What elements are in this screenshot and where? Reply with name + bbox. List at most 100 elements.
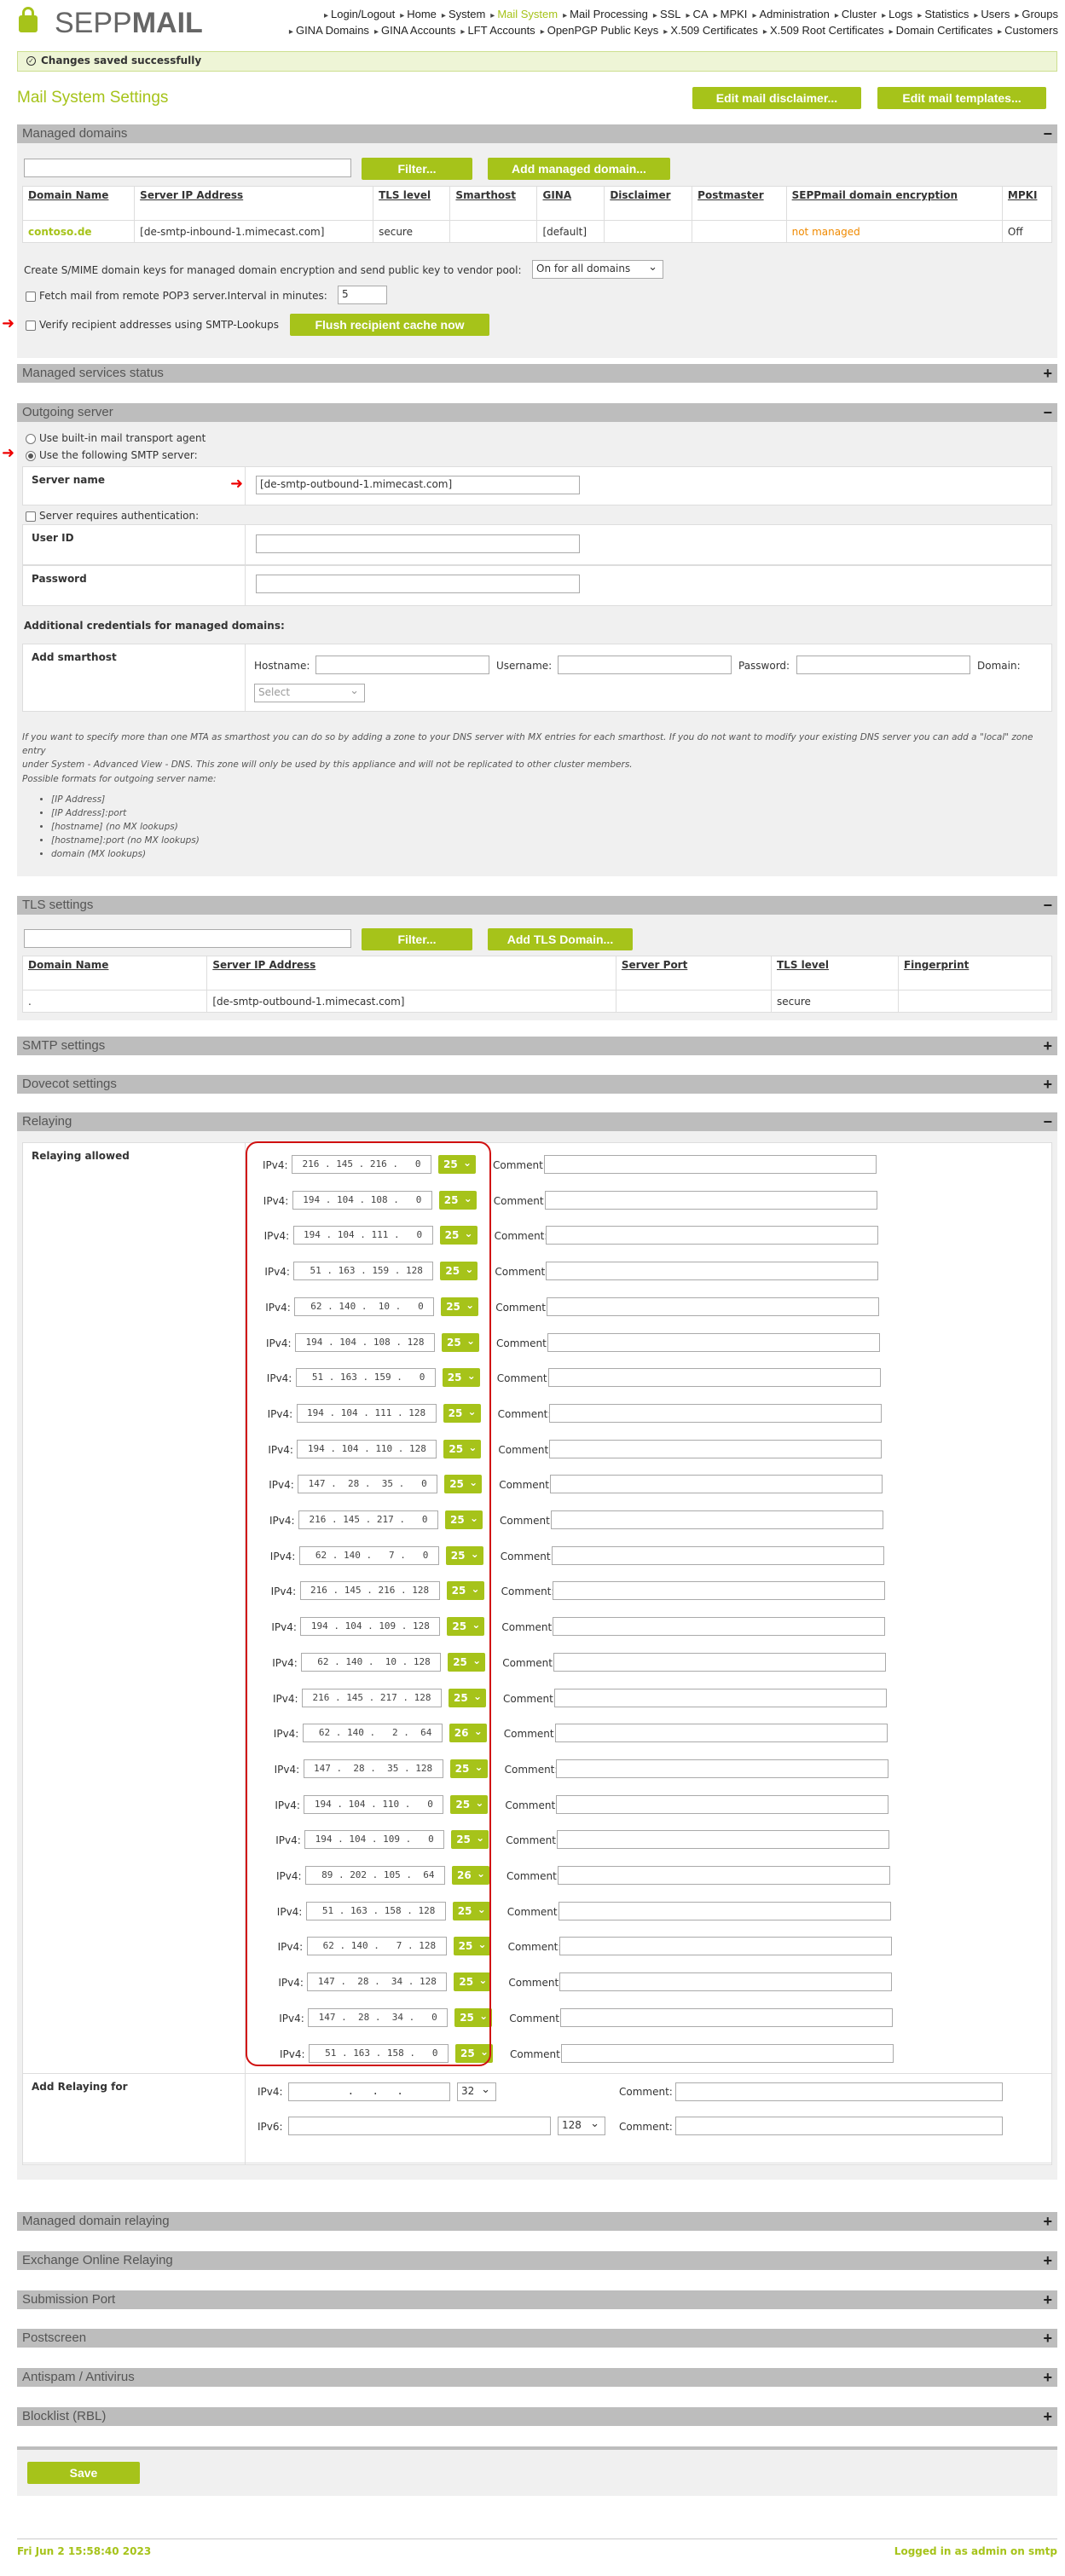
builtin-mta-option[interactable]: Use built-in mail transport agent	[26, 432, 205, 444]
comment-input[interactable]	[551, 1545, 884, 1565]
comment-input[interactable]	[559, 1972, 893, 1992]
outgoing-server-header[interactable]: Outgoing server −	[17, 403, 1057, 422]
expand-icon[interactable]: +	[1043, 2368, 1052, 2387]
nav-link[interactable]: Statistics	[924, 8, 969, 20]
comment-input[interactable]	[546, 1262, 879, 1281]
section-header[interactable]: Postscreen +	[17, 2329, 1057, 2348]
comment-input[interactable]	[545, 1226, 878, 1245]
managed-services-header[interactable]: Managed services status +	[17, 364, 1057, 383]
comment-input[interactable]	[553, 1617, 886, 1637]
column-header[interactable]: Server IP Address	[206, 956, 616, 991]
add-ipv6-mask-select[interactable]: 128	[558, 2117, 605, 2135]
comment-input[interactable]	[559, 1937, 892, 1956]
comment-input[interactable]	[551, 1510, 883, 1529]
table-cell[interactable]: contoso.de	[21, 220, 136, 243]
comment-input[interactable]	[554, 1688, 887, 1707]
comment-input[interactable]	[556, 1794, 889, 1814]
nav-link[interactable]: LFT Accounts	[467, 24, 535, 37]
column-header[interactable]: Fingerprint	[897, 956, 1053, 991]
column-header[interactable]: Server IP Address	[134, 186, 374, 221]
comment-input[interactable]	[561, 2043, 894, 2063]
dovecot-settings-header[interactable]: Dovecot settings +	[17, 1075, 1057, 1094]
collapse-icon[interactable]: −	[1043, 403, 1052, 422]
add-ipv4-input[interactable]: . . .	[288, 2082, 450, 2101]
smtp-settings-header[interactable]: SMTP settings +	[17, 1037, 1057, 1055]
comment-input[interactable]	[547, 1332, 880, 1352]
nav-link[interactable]: Mail Processing	[570, 8, 648, 20]
section-header[interactable]: Blocklist (RBL) +	[17, 2407, 1057, 2426]
expand-icon[interactable]: +	[1043, 1075, 1052, 1094]
column-header[interactable]: TLS level	[771, 956, 899, 991]
smime-select[interactable]: On for all domains	[532, 260, 663, 279]
comment-input[interactable]	[552, 1581, 885, 1601]
nav-link[interactable]: System	[449, 8, 485, 20]
flush-cache-button[interactable]: Flush recipient cache now	[290, 314, 489, 336]
column-header[interactable]: Disclaimer	[604, 186, 693, 221]
filter-button[interactable]: Filter...	[362, 158, 472, 180]
comment-input[interactable]	[558, 1866, 890, 1885]
expand-icon[interactable]: +	[1043, 2290, 1052, 2309]
nav-link[interactable]: Customers	[1004, 24, 1058, 37]
nav-link[interactable]: Home	[407, 8, 437, 20]
comment-input[interactable]	[549, 1439, 883, 1458]
nav-link[interactable]: Domain Certificates	[896, 24, 993, 37]
comment-input[interactable]	[550, 1475, 883, 1494]
comment-input[interactable]	[544, 1190, 877, 1210]
nav-link[interactable]: Logs	[888, 8, 912, 20]
save-button[interactable]: Save	[27, 2462, 140, 2484]
comment-input[interactable]	[544, 1155, 877, 1174]
expand-icon[interactable]: +	[1043, 2212, 1052, 2231]
add-ipv6-comment-input[interactable]	[675, 2117, 1003, 2135]
expand-icon[interactable]: +	[1043, 364, 1052, 383]
relaying-header[interactable]: Relaying −	[17, 1112, 1057, 1131]
edit-templates-button[interactable]: Edit mail templates...	[877, 87, 1046, 109]
tls-filter-input[interactable]	[24, 929, 351, 948]
expand-icon[interactable]: +	[1043, 1037, 1052, 1055]
comment-input[interactable]	[553, 1652, 887, 1672]
nav-link[interactable]: GINA Domains	[296, 24, 369, 37]
column-header[interactable]: SEPPmail domain encryption	[785, 186, 1003, 221]
expand-icon[interactable]: +	[1043, 2407, 1052, 2426]
nav-link[interactable]: MPKI	[721, 8, 748, 20]
comment-input[interactable]	[548, 1403, 882, 1423]
collapse-icon[interactable]: −	[1043, 124, 1052, 143]
pop3-checkbox[interactable]	[26, 291, 36, 302]
username-input[interactable]	[558, 656, 732, 674]
edit-disclaimer-button[interactable]: Edit mail disclaimer...	[692, 87, 861, 109]
section-header[interactable]: Antispam / Antivirus +	[17, 2368, 1057, 2388]
add-managed-domain-button[interactable]: Add managed domain...	[488, 158, 670, 180]
smtp-radio[interactable]	[26, 450, 36, 461]
table-row[interactable]: contoso.de [de-smtp-inbound-1.mimecast.co…	[21, 220, 1053, 243]
pop3-interval-input[interactable]: 5	[338, 286, 387, 304]
add-tls-domain-button[interactable]: Add TLS Domain...	[488, 928, 633, 950]
verify-checkbox[interactable]	[26, 320, 36, 331]
comment-input[interactable]	[547, 1368, 881, 1388]
nav-link[interactable]: Users	[981, 8, 1010, 20]
nav-link[interactable]: X.509 Root Certificates	[770, 24, 884, 37]
nav-link[interactable]: GINA Accounts	[381, 24, 455, 37]
nav-link[interactable]: Login/Logout	[331, 8, 395, 20]
nav-link[interactable]: Groups	[1022, 8, 1058, 20]
column-header[interactable]: Domain Name	[21, 186, 136, 221]
column-header[interactable]: MPKI	[1001, 186, 1053, 221]
column-header[interactable]: Domain Name	[21, 956, 208, 991]
add-ipv6-input[interactable]	[288, 2117, 551, 2135]
add-ipv4-comment-input[interactable]	[675, 2082, 1003, 2101]
comment-input[interactable]	[554, 1724, 888, 1743]
password-input[interactable]	[256, 575, 580, 593]
table-cell[interactable]: .	[21, 990, 208, 1013]
nav-link[interactable]: CA	[693, 8, 709, 20]
tls-settings-header[interactable]: TLS settings −	[17, 896, 1057, 915]
smarthost-password-input[interactable]	[796, 656, 970, 674]
column-header[interactable]: Postmaster	[692, 186, 787, 221]
column-header[interactable]: TLS level	[373, 186, 451, 221]
column-header[interactable]: Server Port	[615, 956, 773, 991]
builtin-radio[interactable]	[26, 433, 36, 444]
managed-domains-filter-input[interactable]	[24, 159, 351, 177]
collapse-icon[interactable]: −	[1043, 896, 1052, 915]
user-id-input[interactable]	[256, 534, 580, 553]
expand-icon[interactable]: +	[1043, 2329, 1052, 2348]
nav-link[interactable]: SSL	[660, 8, 681, 20]
comment-input[interactable]	[555, 1759, 888, 1778]
section-header[interactable]: Managed domain relaying +	[17, 2212, 1057, 2231]
